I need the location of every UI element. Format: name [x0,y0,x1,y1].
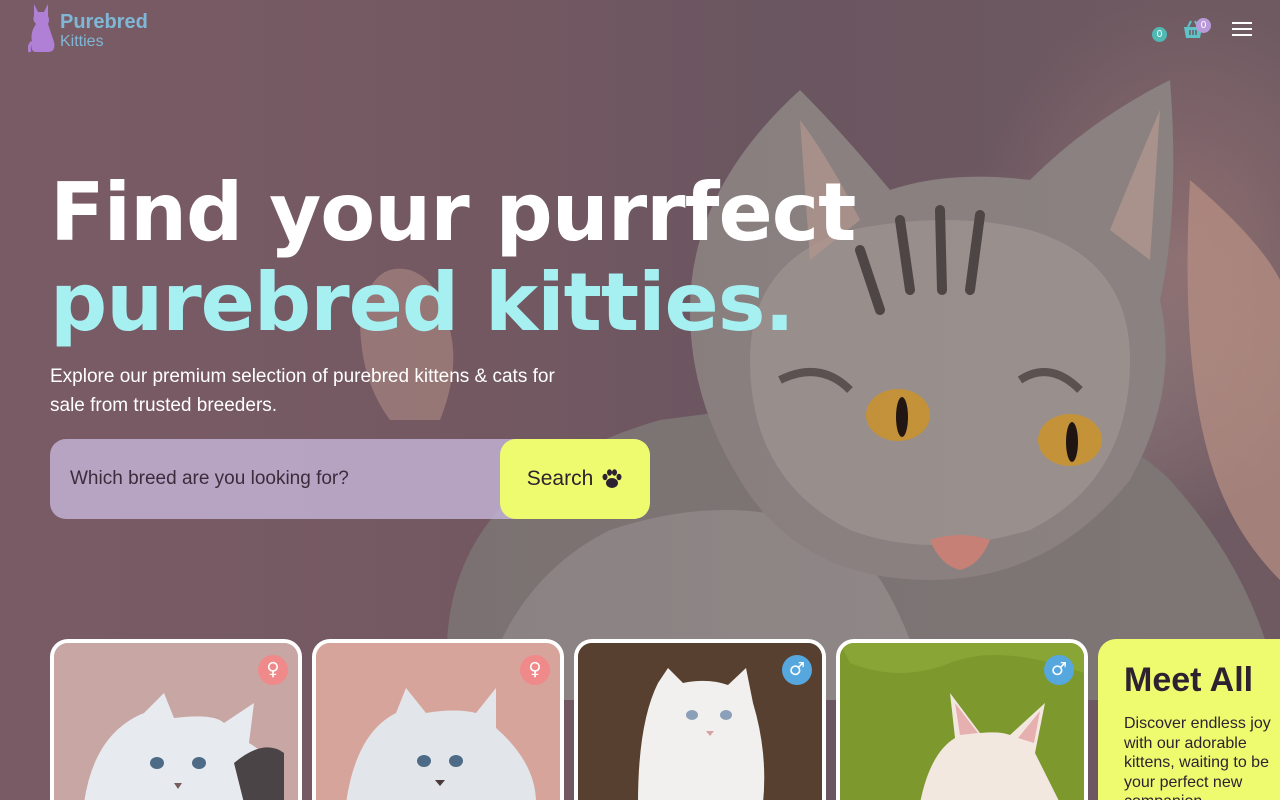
brand-name-bottom: Kitties [60,33,104,50]
wishlist-count-badge[interactable]: 0 [1152,27,1167,42]
kitten-card[interactable]: ♀ [50,639,302,800]
hero-subtitle: Explore our premium selection of purebre… [50,366,555,416]
site-logo[interactable]: Purebred Kitties [28,2,148,54]
cat-logo-icon [28,4,55,53]
kitten-card[interactable]: ♂ [836,639,1088,800]
hamburger-icon[interactable] [1232,22,1252,38]
brand-name-top: Purebred [60,11,148,33]
male-icon: ♂ [1044,655,1074,685]
paw-icon [602,469,622,488]
hero-title-line2: purebred kitties. [50,256,795,349]
search-button[interactable]: Search [500,439,650,519]
meet-all-title: Meet All [1124,661,1254,699]
breed-search-input[interactable] [50,439,500,519]
female-icon: ♀ [520,655,550,685]
meet-all-card[interactable]: Meet All Discover endless joy with our a… [1098,639,1280,800]
female-icon: ♀ [258,655,288,685]
search-button-label: Search [526,467,594,490]
hero-title: Find your purrfect purebred kitties. [50,168,856,349]
cart-count-badge[interactable]: 0 [1196,18,1211,33]
hero-title-line1: Find your purrfect [50,166,856,259]
kitten-card[interactable]: ♀ [312,639,564,800]
male-icon: ♂ [782,655,812,685]
breed-search-bar: Search [50,439,650,519]
kitten-card[interactable]: ♂ [574,639,826,800]
meet-all-text: Discover endless joy with our adorable k… [1124,715,1271,800]
